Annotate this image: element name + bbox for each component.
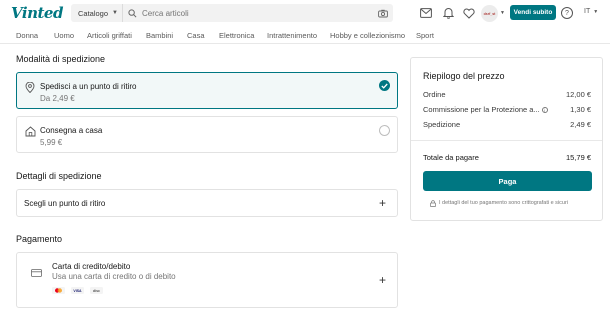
catalog-label: Catalogo bbox=[78, 8, 109, 18]
total-label: Totale da pagare bbox=[423, 153, 479, 162]
search-icon bbox=[128, 8, 138, 18]
category-uomo[interactable]: Uomo bbox=[54, 31, 74, 40]
order-label: Ordine bbox=[423, 90, 446, 99]
home-delivery-option[interactable]: Consegna a casa 5,99 € bbox=[16, 116, 398, 153]
discover-logo: disc bbox=[90, 287, 103, 294]
chevron-down-icon: ▼ bbox=[112, 10, 118, 16]
plus-icon[interactable]: + bbox=[379, 197, 386, 209]
category-bambini[interactable]: Bambini bbox=[146, 31, 173, 40]
vinted-logo[interactable]: Vinted bbox=[11, 4, 63, 22]
category-sport[interactable]: Sport bbox=[416, 31, 434, 40]
category-donna[interactable]: Donna bbox=[16, 31, 38, 40]
lock-icon bbox=[430, 200, 436, 207]
buyer-protection-text: Commissione per la Protezione a... bbox=[423, 105, 540, 114]
shipping-label: Spedizione bbox=[423, 120, 461, 129]
avatar[interactable]: dsrf_st bbox=[481, 5, 498, 22]
home-icon bbox=[25, 126, 36, 137]
language-label: IT bbox=[584, 8, 591, 15]
divider bbox=[411, 140, 602, 141]
card-payment-option[interactable]: Carta di credito/debito Usa una carta di… bbox=[16, 252, 398, 308]
category-articoli-griffati[interactable]: Articoli griffati bbox=[87, 31, 132, 40]
heart-icon[interactable] bbox=[463, 7, 475, 19]
sell-now-button[interactable]: Vendi subito bbox=[510, 5, 556, 20]
price-summary-panel: Riepilogo del prezzo Ordine 12,00 € Comm… bbox=[410, 57, 603, 221]
home-delivery-price: 5,99 € bbox=[40, 138, 63, 147]
search-input[interactable] bbox=[142, 8, 378, 18]
card-payment-subtitle: Usa una carta di credito o di debito bbox=[52, 272, 176, 281]
order-value: 12,00 € bbox=[565, 90, 591, 99]
total-value: 15,79 € bbox=[565, 153, 591, 162]
choose-pickup-point-row[interactable]: Scegli un punto di ritiro + bbox=[16, 189, 398, 217]
payment-title: Pagamento bbox=[16, 234, 63, 244]
category-casa[interactable]: Casa bbox=[187, 31, 205, 40]
home-delivery-title: Consegna a casa bbox=[40, 126, 103, 135]
home-delivery-radio[interactable] bbox=[379, 125, 390, 136]
pickup-point-price: Da 2,49 € bbox=[40, 94, 75, 103]
pickup-point-option[interactable]: Spedisci a un punto di ritiro Da 2,49 € bbox=[16, 72, 398, 109]
top-bar: Vinted Catalogo ▼ dsrf_st ▼ Vendi subito… bbox=[0, 0, 610, 27]
help-icon[interactable]: ? bbox=[561, 7, 573, 19]
shipping-value: 2,49 € bbox=[570, 120, 591, 129]
plus-icon[interactable]: + bbox=[379, 274, 386, 286]
catalog-dropdown[interactable]: Catalogo ▼ bbox=[71, 4, 123, 22]
camera-icon[interactable] bbox=[378, 8, 388, 18]
language-selector[interactable]: IT ▼ bbox=[584, 8, 598, 15]
shipping-details-title: Dettagli di spedizione bbox=[16, 171, 102, 181]
buyer-protection-label: Commissione per la Protezione a... i bbox=[423, 105, 548, 114]
pay-button[interactable]: Paga bbox=[423, 171, 592, 191]
search-bar: Catalogo ▼ bbox=[71, 4, 393, 22]
pickup-point-title: Spedisci a un punto di ritiro bbox=[40, 82, 137, 91]
mail-icon[interactable] bbox=[420, 7, 432, 19]
visa-logo: VISA bbox=[71, 287, 84, 294]
secure-payment-text: I dettagli del tuo pagamento sono critto… bbox=[439, 200, 569, 206]
bell-icon[interactable] bbox=[442, 7, 454, 19]
credit-card-icon bbox=[31, 269, 42, 277]
price-summary-title: Riepilogo del prezzo bbox=[423, 71, 505, 81]
chevron-down-icon[interactable]: ▼ bbox=[500, 10, 505, 16]
info-icon[interactable]: i bbox=[541, 107, 548, 114]
location-pin-icon bbox=[25, 81, 36, 94]
choose-pickup-point-label: Scegli un punto di ritiro bbox=[24, 199, 106, 208]
shipping-mode-title: Modalità di spedizione bbox=[16, 54, 106, 64]
chevron-down-icon: ▼ bbox=[593, 9, 599, 15]
card-payment-title: Carta di credito/debito bbox=[52, 262, 131, 271]
category-nav: Donna Uomo Articoli griffati Bambini Cas… bbox=[0, 27, 610, 44]
mastercard-logo bbox=[52, 287, 65, 294]
secure-payment-note: I dettagli del tuo pagamento sono critto… bbox=[430, 200, 569, 207]
category-elettronica[interactable]: Elettronica bbox=[219, 31, 254, 40]
category-hobby[interactable]: Hobby e collezionismo bbox=[330, 31, 405, 40]
check-icon bbox=[379, 80, 390, 91]
buyer-protection-value: 1,30 € bbox=[570, 105, 591, 114]
category-intrattenimento[interactable]: Intrattenimento bbox=[267, 31, 317, 40]
